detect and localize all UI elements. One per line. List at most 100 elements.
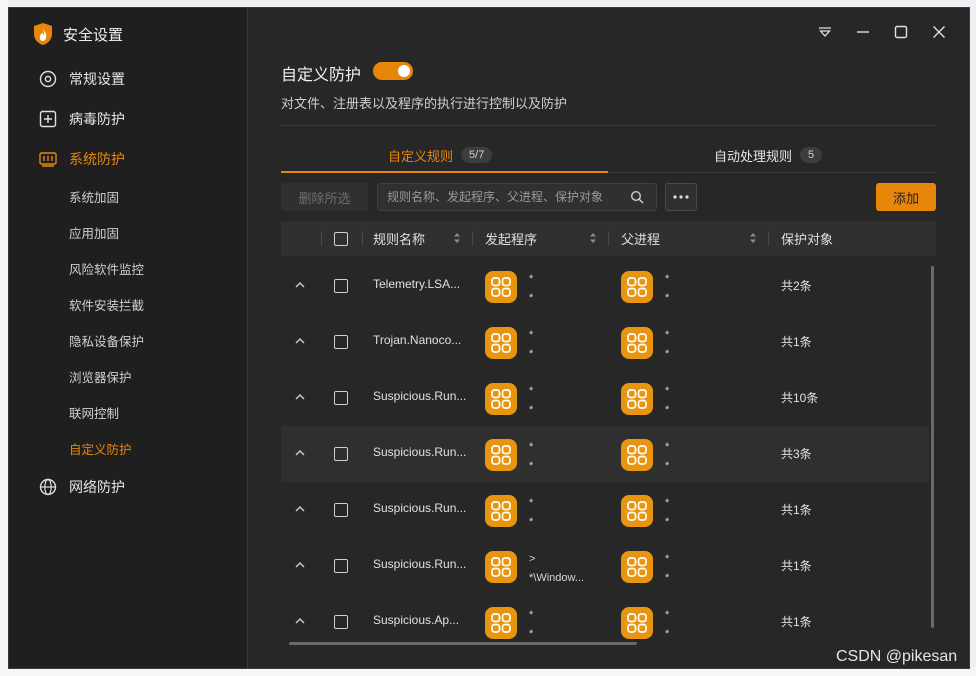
initiator-value: * (529, 516, 534, 528)
table-row[interactable]: Suspicious.Run... > *\Window... * * 共1条 (281, 538, 929, 594)
initiator-values: * * (529, 494, 601, 532)
table-row[interactable]: Telemetry.LSA... * * * * 共2条 (281, 258, 929, 314)
sidebar-item-general[interactable]: 常规设置 (9, 59, 248, 99)
parent-value: * (665, 460, 670, 472)
flame-shield-icon (34, 23, 52, 45)
watermark: CSDN @pikesan (836, 648, 958, 665)
table-row[interactable]: Suspicious.Run... * * * * 共10条 (281, 370, 929, 426)
custom-protection-toggle[interactable] (373, 62, 413, 80)
rule-name: Suspicious.Run... (373, 389, 467, 403)
row-checkbox[interactable] (334, 503, 348, 517)
chevron-up-icon[interactable] (294, 503, 306, 515)
table-row[interactable]: Suspicious.Run... * * * * 共1条 (281, 482, 929, 538)
more-options-button[interactable] (665, 183, 697, 211)
chevron-up-icon[interactable] (294, 391, 306, 403)
sidebar-item-virus[interactable]: 病毒防护 (9, 99, 248, 139)
vertical-scrollbar[interactable] (931, 266, 934, 628)
tab-auto-rules[interactable]: 自动处理规则 5 (714, 140, 823, 170)
section-description: 对文件、注册表以及程序的执行进行控制以及防护 (281, 96, 568, 111)
table-row[interactable]: Suspicious.Run... * * * * 共3条 (281, 426, 929, 482)
sidebar-item-system[interactable]: 系统防护 (9, 139, 248, 179)
column-separator (608, 231, 609, 246)
row-checkbox[interactable] (334, 279, 348, 293)
horizontal-scrollbar[interactable] (289, 642, 637, 645)
table-header: 规则名称 发起程序 父进程 保护对象 (281, 221, 936, 256)
initiator-value: * (529, 329, 534, 341)
section-title: 自定义防护 (281, 67, 362, 84)
rule-name: Telemetry.LSA... (373, 277, 461, 291)
protect-count: 共1条 (781, 503, 812, 517)
column-header-initiator: 发起程序 (485, 232, 538, 247)
parent-value: * (665, 329, 670, 341)
rule-name: Suspicious.Run... (373, 557, 467, 571)
sort-icon[interactable] (453, 232, 461, 244)
initiator-values: * * (529, 382, 601, 420)
background-app-bottom (0, 668, 976, 676)
initiator-value: > (529, 553, 536, 565)
delete-selected-button[interactable]: 删除所选 (281, 183, 368, 211)
row-checkbox[interactable] (334, 615, 348, 629)
initiator-value: * (529, 292, 534, 304)
table-body: Telemetry.LSA... * * * * 共2条 Trojan.Nanoco… (281, 258, 936, 643)
protect-count: 共1条 (781, 559, 812, 573)
app-grid-icon (621, 271, 653, 303)
search-input[interactable] (378, 184, 618, 210)
parent-value: * (665, 385, 670, 397)
app-grid-icon (485, 495, 517, 527)
column-header-protect-target: 保护对象 (781, 232, 834, 247)
app-title: 安全设置 (33, 22, 123, 46)
sidebar-item-network[interactable]: 网络防护 (9, 467, 248, 507)
column-separator (472, 231, 473, 246)
row-checkbox[interactable] (334, 335, 348, 349)
sidebar-subitem-privacy-device[interactable]: 隐私设备保护 (69, 326, 144, 354)
sidebar-item-label: 常规设置 (69, 71, 125, 87)
tab-count-badge: 5/7 (461, 147, 493, 163)
initiator-value: *\Window... (529, 572, 585, 584)
parent-value: * (665, 572, 670, 584)
app-grid-icon (485, 607, 517, 639)
sidebar-subitem-custom-protection[interactable]: 自定义防护 (69, 434, 132, 462)
sidebar: 安全设置 常规设置 病毒防护 系统防护 系统加固 应用加固 风险软件监控 软件安… (9, 8, 248, 668)
tab-count-badge: 5 (800, 147, 823, 163)
initiator-values: * * (529, 438, 601, 476)
chevron-up-icon[interactable] (294, 615, 306, 627)
tab-label: 自定义规则 (388, 148, 454, 164)
row-checkbox[interactable] (334, 391, 348, 405)
sidebar-subitem-app-hardening[interactable]: 应用加固 (69, 218, 119, 246)
row-checkbox[interactable] (334, 559, 348, 573)
chevron-up-icon[interactable] (294, 335, 306, 347)
chevron-up-icon[interactable] (294, 279, 306, 291)
sort-icon[interactable] (589, 232, 597, 244)
toggle-knob (398, 65, 410, 77)
search-icon[interactable] (630, 190, 644, 204)
tab-custom-rules[interactable]: 自定义规则 5/7 (388, 140, 493, 170)
app-grid-icon (621, 383, 653, 415)
table-row[interactable]: Trojan.Nanoco... * * * * 共1条 (281, 314, 929, 370)
background-app-strip (0, 0, 8, 676)
row-checkbox[interactable] (334, 447, 348, 461)
sidebar-subitem-browser[interactable]: 浏览器保护 (69, 362, 132, 390)
sidebar-item-label: 病毒防护 (69, 111, 125, 127)
add-button[interactable]: 添加 (876, 183, 936, 211)
chevron-up-icon[interactable] (294, 447, 306, 459)
select-all-cell (334, 221, 348, 256)
column-separator (362, 231, 363, 246)
table-row[interactable]: Suspicious.Ap... * * * * 共1条 (281, 594, 929, 643)
divider (281, 125, 936, 126)
parent-values: * * (665, 606, 737, 643)
sidebar-subitem-system-hardening[interactable]: 系统加固 (69, 182, 119, 210)
app-grid-icon (621, 551, 653, 583)
protect-count: 共10条 (781, 391, 819, 405)
sidebar-subitem-risk-software[interactable]: 风险软件监控 (69, 254, 144, 282)
select-all-checkbox[interactable] (334, 231, 348, 246)
app-grid-icon (485, 271, 517, 303)
app-grid-icon (485, 551, 517, 583)
initiator-value: * (529, 273, 534, 285)
sort-icon[interactable] (749, 232, 757, 244)
app-grid-icon (621, 327, 653, 359)
parent-value: * (665, 553, 670, 565)
sidebar-subitem-network-control[interactable]: 联网控制 (69, 398, 119, 426)
chevron-up-icon[interactable] (294, 559, 306, 571)
parent-values: * * (665, 382, 737, 420)
sidebar-subitem-install-block[interactable]: 软件安装拦截 (69, 290, 144, 318)
